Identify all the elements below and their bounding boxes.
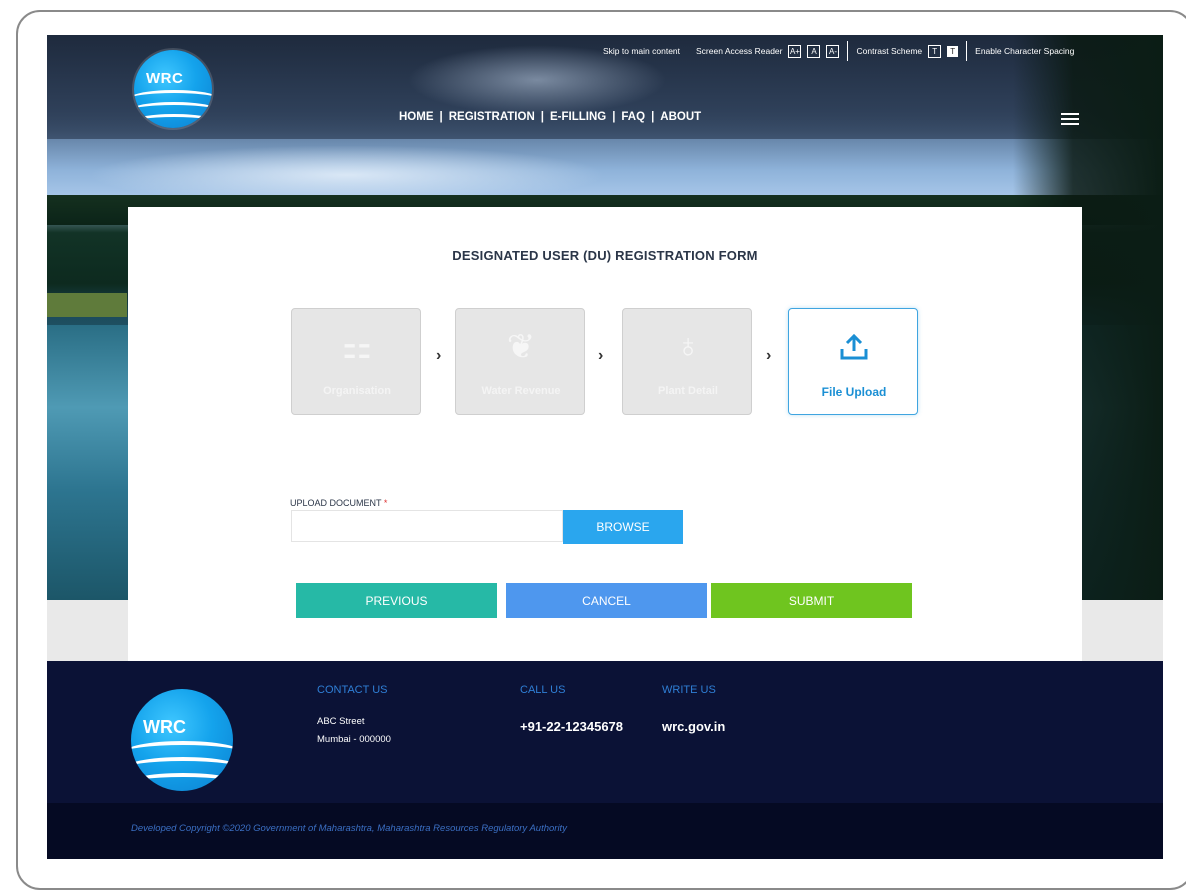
footer-logo[interactable]: WRC <box>131 689 233 791</box>
contact-heading: CONTACT US <box>317 684 388 696</box>
required-mark: * <box>383 498 388 508</box>
chevron-right-icon: › <box>598 347 604 364</box>
org-chart-icon: ⚏ <box>341 328 373 366</box>
chevron-right-icon: › <box>766 347 772 364</box>
site-logo[interactable]: WRC <box>134 50 212 128</box>
page: WRC Skip to main content Screen Access R… <box>47 35 1163 859</box>
main-nav: HOME | REGISTRATION | E-FILLING | FAQ | … <box>399 111 702 123</box>
nav-registration[interactable]: REGISTRATION <box>449 111 535 123</box>
form-title: DESIGNATED USER (DU) REGISTRATION FORM <box>452 248 758 263</box>
previous-button[interactable]: PREVIOUS <box>296 583 497 618</box>
upload-document-field[interactable] <box>291 510 563 542</box>
contact-address-line1: ABC Street <box>317 716 365 727</box>
contact-address-line2: Mumbai - 000000 <box>317 734 391 745</box>
upload-document-label: UPLOAD DOCUMENT * <box>290 498 388 508</box>
write-heading: WRITE US <box>662 684 716 696</box>
nav-faq[interactable]: FAQ <box>621 111 645 123</box>
copyright-text: Developed Copyright ©2020 Government of … <box>131 823 567 834</box>
submit-button[interactable]: SUBMIT <box>711 583 912 618</box>
nav-about[interactable]: ABOUT <box>660 111 701 123</box>
phone-number[interactable]: +91-22-12345678 <box>520 719 623 734</box>
divider <box>847 41 849 61</box>
plant-icon: ❦ <box>506 328 536 366</box>
browse-button[interactable]: BROWSE <box>563 510 683 544</box>
contrast-label: Contrast Scheme <box>856 46 923 56</box>
font-decrease-button[interactable]: A- <box>826 44 840 58</box>
step-label: Organisation <box>323 385 391 397</box>
tree-icon: ♁ <box>675 327 701 365</box>
step-organisation[interactable]: ⚏ Organisation <box>291 308 421 415</box>
logo-text: WRC <box>146 70 184 87</box>
char-spacing-link[interactable]: Enable Character Spacing <box>975 46 1074 56</box>
hamburger-menu-icon[interactable] <box>1061 113 1079 127</box>
contrast-light-button[interactable]: T <box>947 45 959 57</box>
screen-reader-link[interactable]: Screen Access Reader <box>696 46 782 56</box>
nav-home[interactable]: HOME <box>399 111 434 123</box>
step-plant-detail[interactable]: ♁ Plant Detail <box>622 308 752 415</box>
contrast-dark-button[interactable]: T <box>928 44 942 58</box>
upload-icon <box>789 331 919 370</box>
registration-card: DESIGNATED USER (DU) REGISTRATION FORM ⚏… <box>128 207 1082 662</box>
step-label: Plant Detail <box>658 385 718 397</box>
font-normal-button[interactable]: A <box>807 44 821 58</box>
step-label: File Upload <box>821 385 887 399</box>
font-increase-button[interactable]: A+ <box>788 44 802 58</box>
logo-text: WRC <box>143 717 186 737</box>
step-water-revenue[interactable]: ❦ Water Revenue <box>455 308 585 415</box>
nav-e-filling[interactable]: E-FILLING <box>550 111 606 123</box>
step-file-upload[interactable]: File Upload <box>788 308 918 415</box>
cancel-button[interactable]: CANCEL <box>506 583 707 618</box>
divider <box>966 41 968 61</box>
website-link[interactable]: wrc.gov.in <box>662 719 725 734</box>
accessibility-bar: Skip to main content Screen Access Reade… <box>603 41 1074 61</box>
chevron-right-icon: › <box>436 347 442 364</box>
call-heading: CALL US <box>520 684 566 696</box>
step-label: Water Revenue <box>481 385 561 397</box>
skip-to-content-link[interactable]: Skip to main content <box>603 46 680 56</box>
